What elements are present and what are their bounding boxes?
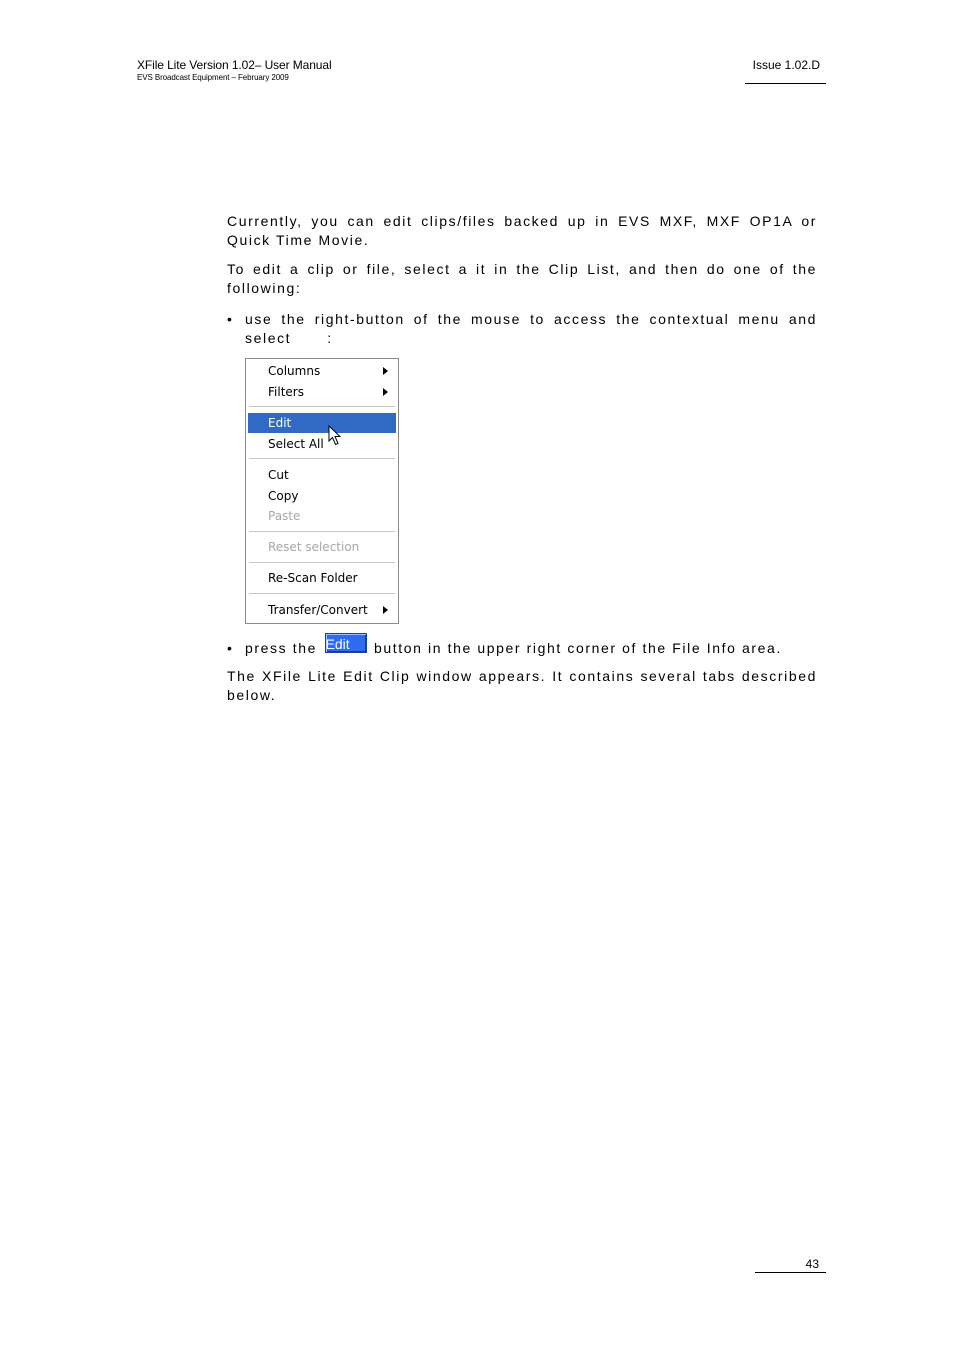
bullet-marker: • xyxy=(227,640,232,656)
submenu-arrow-icon xyxy=(383,388,388,396)
menu-separator xyxy=(249,562,395,563)
menu-item-copy[interactable]: Copy xyxy=(248,486,396,506)
menu-item-reset-selection: Reset selection xyxy=(268,540,360,554)
menu-item-cut[interactable]: Cut xyxy=(248,465,396,485)
header-left: XFile Lite Version 1.02– User Manual EVS… xyxy=(137,58,332,83)
menu-separator xyxy=(249,531,395,532)
bullet-item-context-menu: use the right-button of the mouse to acc… xyxy=(245,310,817,348)
header-rule xyxy=(745,83,826,84)
menu-item-transfer-convert[interactable]: Transfer/Convert xyxy=(248,600,396,620)
intro-paragraph: Currently, you can edit clips/files back… xyxy=(227,213,817,248)
submenu-arrow-icon xyxy=(383,367,388,375)
menu-separator xyxy=(249,458,395,459)
footer-rule xyxy=(755,1272,826,1273)
menu-item-filters[interactable]: Filters xyxy=(248,382,396,402)
bullet-text: use the right-button of the mouse to acc… xyxy=(245,311,817,327)
menu-item-select-all[interactable]: Select All xyxy=(248,434,396,454)
menu-item-rescan-folder[interactable]: Re-Scan Folder xyxy=(248,568,396,588)
menu-item-columns[interactable]: Columns xyxy=(248,361,396,381)
issue-label: Issue 1.02.D xyxy=(752,58,820,72)
context-menu-screenshot: Columns Filters Edit Select All Cut Copy… xyxy=(245,358,399,624)
document-title: XFile Lite Version 1.02– User Manual xyxy=(137,58,332,72)
select-word: select xyxy=(245,330,292,346)
instruction-paragraph: To edit a clip or file, select a it in t… xyxy=(227,261,817,296)
page-number: 43 xyxy=(805,1257,819,1271)
menu-separator xyxy=(249,593,395,594)
result-paragraph: The XFile Lite Edit Clip window appears.… xyxy=(227,668,817,703)
menu-separator xyxy=(249,406,395,407)
bullet-marker: • xyxy=(227,311,232,327)
bullet-item-edit-button: press the Edit button in the upper right… xyxy=(245,633,817,658)
submenu-arrow-icon xyxy=(383,606,388,614)
colon: : xyxy=(327,330,333,346)
mouse-pointer-icon xyxy=(328,425,342,446)
edit-button[interactable]: Edit xyxy=(324,633,367,653)
document-subtitle: EVS Broadcast Equipment – February 2009 xyxy=(137,73,289,82)
menu-item-edit[interactable]: Edit xyxy=(248,413,396,433)
menu-item-paste: Paste xyxy=(268,509,301,523)
